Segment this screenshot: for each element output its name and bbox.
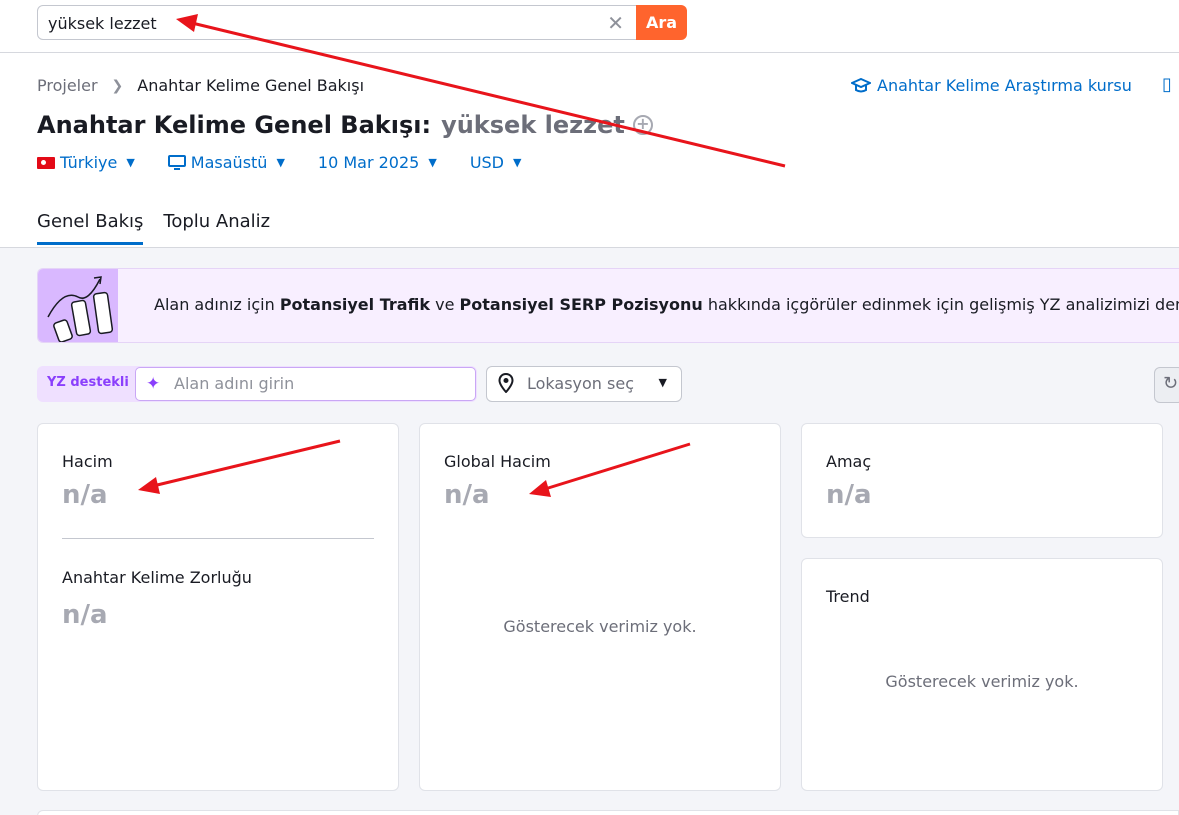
tab-bulk-analysis[interactable]: Toplu Analiz: [163, 211, 270, 245]
global-volume-empty-message: Gösterecek verimiz yok.: [503, 617, 697, 636]
page-header: Projeler ❯ Anahtar Kelime Genel Bakışı A…: [0, 53, 1179, 248]
trend-card: Trend Gösterecek verimiz yok.: [801, 558, 1163, 791]
intent-value: n/a: [826, 480, 872, 510]
breadcrumb-projects-link[interactable]: Projeler: [37, 76, 98, 95]
banner-part3: hakkında içgörüler edinmek için gelişmiş…: [702, 295, 1179, 314]
location-select-placeholder: Lokasyon seç: [527, 374, 635, 393]
banner-part1: Alan adınız için: [154, 295, 280, 314]
chevron-down-icon: ▼: [428, 156, 437, 169]
chevron-down-icon: ▼: [658, 376, 667, 389]
course-link-label: Anahtar Kelime Araştırma kursu: [877, 76, 1132, 95]
search-button[interactable]: Ara: [636, 5, 687, 40]
ai-powered-badge: YZ destekli: [47, 375, 129, 390]
card-divider: [62, 538, 374, 539]
location-select[interactable]: Lokasyon seç ▼: [486, 366, 682, 402]
location-pin-icon: [498, 372, 514, 398]
keyword-difficulty-label: Anahtar Kelime Zorluğu: [62, 568, 252, 587]
add-to-list-icon[interactable]: +: [632, 115, 653, 135]
filters-row: Türkiye ▼ Masaüstü ▼ 10 Mar 2025 ▼ USD ▼: [37, 153, 554, 172]
global-volume-label: Global Hacim: [444, 452, 551, 471]
domain-input[interactable]: [174, 374, 464, 393]
tab-overview[interactable]: Genel Bakış: [37, 211, 144, 245]
refresh-button[interactable]: ↻: [1154, 367, 1179, 403]
banner-bold2: Potansiyel SERP Pozisyonu: [459, 295, 703, 314]
domain-field: ✦: [135, 367, 476, 401]
volume-card: Hacim n/a Anahtar Kelime Zorluğu n/a: [37, 423, 399, 791]
banner-part2: ve: [430, 295, 460, 314]
desktop-icon: [167, 154, 186, 170]
device-filter-label: Masaüstü: [190, 153, 268, 172]
trend-label: Trend: [826, 587, 870, 606]
page-title: Anahtar Kelime Genel Bakışı: yüksek lezz…: [37, 111, 653, 139]
breadcrumb-current: Anahtar Kelime Genel Bakışı: [137, 76, 365, 95]
keyword-search-input[interactable]: [48, 12, 588, 34]
page-title-prefix: Anahtar Kelime Genel Bakışı:: [37, 111, 432, 139]
sparkle-icon: ✦: [146, 374, 161, 394]
chevron-down-icon: ▼: [276, 156, 285, 169]
breadcrumb: Projeler ❯ Anahtar Kelime Genel Bakışı: [37, 76, 364, 95]
country-filter[interactable]: Türkiye ▼: [37, 153, 135, 172]
next-section-card: [37, 810, 1179, 815]
chevron-down-icon: ▼: [513, 156, 522, 169]
search-box: ✕: [37, 5, 637, 40]
banner-text: Alan adınız için Potansiyel Trafik ve Po…: [154, 295, 1179, 314]
top-search-bar: ✕ Ara: [0, 0, 1179, 53]
chevron-down-icon: ▼: [126, 156, 135, 169]
page-title-keyword: yüksek lezzet: [441, 111, 625, 139]
book-icon[interactable]: ▯: [1162, 74, 1172, 95]
date-filter-label: 10 Mar 2025: [317, 153, 420, 172]
country-filter-label: Türkiye: [60, 153, 118, 172]
currency-filter-label: USD: [469, 153, 504, 172]
volume-value: n/a: [62, 480, 108, 510]
ai-promo-banner[interactable]: Alan adınız için Potansiyel Trafik ve Po…: [37, 268, 1179, 343]
intent-label: Amaç: [826, 452, 872, 471]
keyword-difficulty-value: n/a: [62, 600, 108, 630]
banner-bold1: Potansiyel Trafik: [279, 295, 431, 314]
turkey-flag-icon: [37, 156, 55, 169]
device-filter[interactable]: Masaüstü ▼: [167, 153, 285, 172]
global-volume-card: Global Hacim n/a Gösterecek verimiz yok.: [419, 423, 781, 791]
trend-empty-message: Gösterecek verimiz yok.: [885, 672, 1079, 691]
intent-card: Amaç n/a: [801, 423, 1163, 538]
chevron-right-icon: ❯: [111, 77, 124, 94]
currency-filter[interactable]: USD ▼: [470, 153, 522, 172]
date-filter[interactable]: 10 Mar 2025 ▼: [318, 153, 437, 172]
graduation-cap-icon: [851, 77, 871, 92]
global-volume-value: n/a: [444, 480, 490, 510]
course-link[interactable]: Anahtar Kelime Araştırma kursu: [851, 76, 1132, 95]
growth-chart-illustration: [38, 269, 118, 342]
volume-label: Hacim: [62, 452, 113, 471]
clear-icon[interactable]: ✕: [607, 12, 624, 34]
refresh-icon: ↻: [1163, 373, 1179, 394]
ai-domain-group: YZ destekli ✦: [37, 366, 477, 402]
tabs: Genel Bakış Toplu Analiz: [37, 211, 290, 245]
